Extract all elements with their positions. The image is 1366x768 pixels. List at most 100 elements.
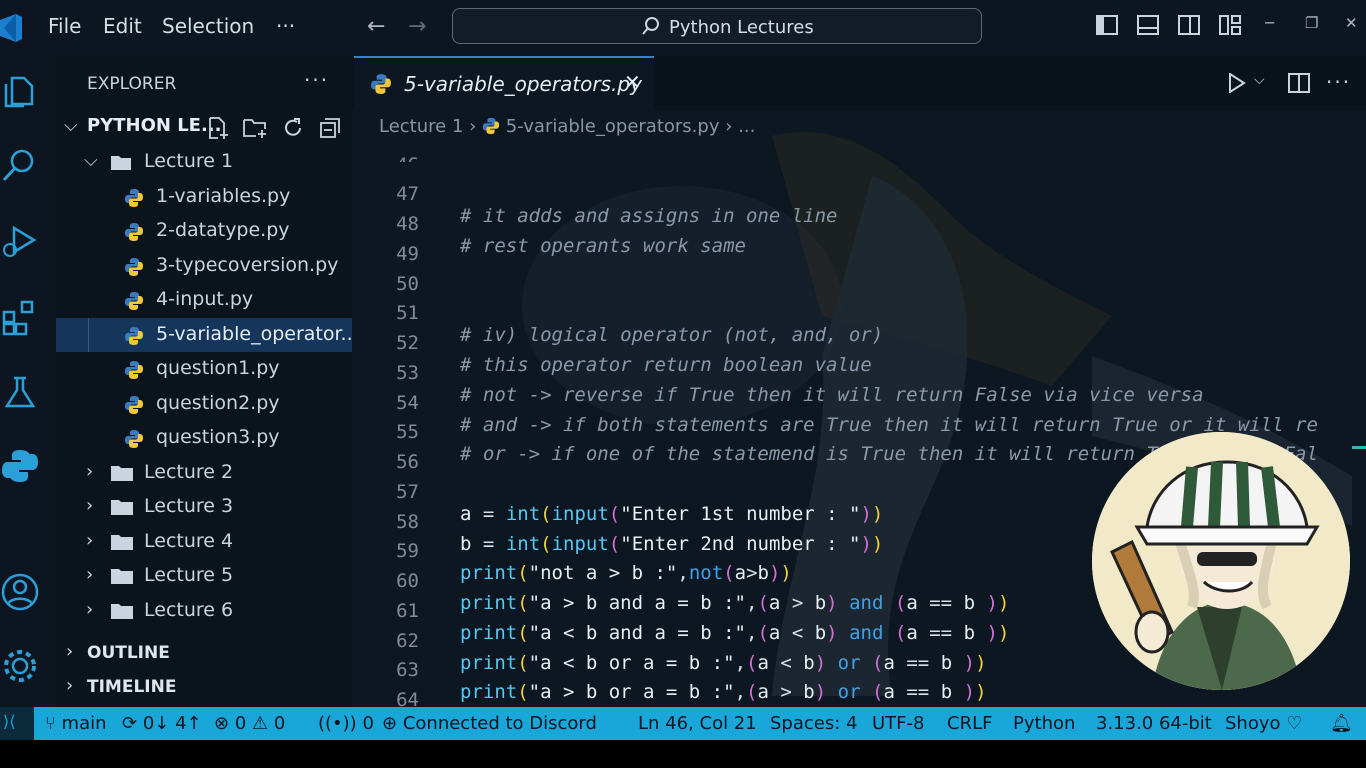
error-count: 0 bbox=[234, 713, 247, 734]
cursor-position[interactable]: Ln 46, Col 21 bbox=[638, 713, 757, 734]
file-item[interactable]: 4-input.py bbox=[56, 283, 352, 317]
minimize-icon[interactable]: ─ bbox=[1265, 14, 1274, 32]
refresh-icon[interactable] bbox=[281, 116, 305, 140]
sync-status[interactable]: ⟳ 0↓ 4↑ bbox=[122, 713, 202, 734]
remote-indicator[interactable]: ⟩⟨ bbox=[0, 707, 34, 740]
menu-selection[interactable]: Selection bbox=[162, 14, 254, 38]
toggle-primary-sidebar-icon[interactable] bbox=[1096, 14, 1118, 36]
file-item[interactable]: 1-variables.py bbox=[56, 180, 352, 214]
file-item-selected[interactable]: 5-variable_operator... bbox=[56, 318, 359, 352]
code-line[interactable]: 55 # or -> if one of the statemend is Tr… bbox=[352, 399, 1366, 465]
command-center-search[interactable]: Python Lectures bbox=[452, 8, 982, 44]
python-file-icon bbox=[125, 327, 143, 345]
explorer-more-actions[interactable]: ··· bbox=[304, 68, 329, 92]
folder-lecture-5[interactable]: › Lecture 5 bbox=[56, 559, 352, 593]
file-label: question3.py bbox=[156, 426, 280, 448]
new-folder-icon[interactable] bbox=[242, 116, 268, 140]
close-window-icon[interactable]: ✕ bbox=[1345, 14, 1358, 32]
branch-status[interactable]: ⑂ main bbox=[45, 713, 107, 734]
tab-5-variable-operators[interactable]: 5-variable_operators.py ✕ bbox=[354, 56, 654, 112]
python-file-icon bbox=[125, 430, 143, 448]
chevron-right-icon: › bbox=[86, 461, 94, 482]
run-python-file-icon[interactable] bbox=[1228, 73, 1246, 93]
file-item[interactable]: 3-typecoversion.py bbox=[56, 249, 352, 283]
file-item[interactable]: question2.py bbox=[56, 387, 352, 421]
editor-more-actions-icon[interactable]: ··· bbox=[1326, 70, 1351, 94]
theme-status[interactable]: Shoyo ♡ bbox=[1225, 713, 1302, 734]
code-line[interactable]: 53 # not -> reverse if True then it will… bbox=[352, 340, 1366, 406]
breadcrumb-rest[interactable]: ... bbox=[738, 116, 755, 137]
extensions-icon[interactable] bbox=[0, 296, 40, 336]
file-item[interactable]: question1.py bbox=[56, 352, 352, 386]
folder-lecture-3[interactable]: › Lecture 3 bbox=[56, 490, 352, 524]
breadcrumb: Lecture 1 › 5-variable_operators.py › ..… bbox=[379, 116, 755, 137]
restore-icon[interactable]: ❐ bbox=[1305, 14, 1318, 32]
discord-status[interactable]: ⊕ Connected to Discord bbox=[382, 713, 597, 734]
menu-edit[interactable]: Edit bbox=[103, 14, 142, 38]
code-line[interactable]: 49 bbox=[352, 221, 1366, 265]
notifications-bell-icon[interactable]: 🔔︎ bbox=[1330, 713, 1353, 734]
toggle-panel-icon[interactable] bbox=[1137, 14, 1159, 36]
webcam-avatar bbox=[1092, 432, 1350, 690]
customize-layout-icon[interactable] bbox=[1219, 14, 1241, 36]
folder-lecture-1[interactable]: ⌵ Lecture 1 bbox=[56, 145, 352, 179]
run-dropdown-chevron-icon[interactable]: ⌵ bbox=[1254, 72, 1265, 88]
code-line[interactable]: 50 bbox=[352, 251, 1366, 295]
timeline-section[interactable]: › TIMELINE bbox=[56, 670, 352, 704]
split-editor-icon[interactable] bbox=[1288, 72, 1310, 94]
back-arrow-icon[interactable]: ← bbox=[367, 14, 385, 39]
code-line[interactable]: 51 # iv) logical operator (not, and, or) bbox=[352, 280, 1366, 346]
search-view-icon[interactable] bbox=[0, 146, 40, 186]
breadcrumb-file[interactable]: 5-variable_operators.py bbox=[506, 116, 720, 137]
close-tab-icon[interactable]: ✕ bbox=[624, 70, 641, 94]
testing-flask-icon[interactable] bbox=[0, 372, 40, 412]
folder-open-icon bbox=[111, 156, 131, 170]
status-bar: ⟩⟨ ⑂ main ⟳ 0↓ 4↑ ⊗ 0 ⚠ 0 ((•)) 0 ⊕ Conn… bbox=[0, 707, 1366, 740]
new-file-icon[interactable] bbox=[206, 116, 230, 140]
file-label: 3-typecoversion.py bbox=[156, 254, 339, 276]
run-debug-icon[interactable] bbox=[0, 220, 40, 260]
error-icon: ⊗ bbox=[214, 713, 230, 734]
code-line[interactable]: 47 # it adds and assigns in one line bbox=[352, 161, 1366, 227]
chevron-down-icon: ⌵ bbox=[84, 150, 98, 171]
toggle-secondary-sidebar-icon[interactable] bbox=[1178, 14, 1200, 36]
code-line[interactable]: 52 # this operator return boolean value bbox=[352, 310, 1366, 376]
account-icon[interactable] bbox=[0, 572, 40, 612]
menu-more[interactable]: ··· bbox=[276, 14, 295, 38]
indent-guide bbox=[88, 318, 89, 352]
workspace-header[interactable]: ⌵ PYTHON LE... bbox=[56, 110, 352, 144]
folder-icon bbox=[111, 604, 133, 619]
file-item[interactable]: 2-datatype.py bbox=[56, 214, 352, 248]
chevron-right-icon: › bbox=[66, 675, 74, 696]
folder-lecture-2[interactable]: › Lecture 2 bbox=[56, 456, 352, 490]
problems-status[interactable]: ⊗ 0 ⚠ 0 bbox=[214, 713, 285, 734]
end-of-line[interactable]: CRLF bbox=[947, 713, 992, 734]
outline-section[interactable]: › OUTLINE bbox=[56, 636, 352, 670]
black-bar bbox=[0, 740, 1366, 768]
forward-arrow-icon[interactable]: → bbox=[408, 14, 426, 39]
explorer-icon[interactable] bbox=[0, 72, 40, 112]
breadcrumb-folder[interactable]: Lecture 1 bbox=[379, 116, 463, 137]
indentation[interactable]: Spaces: 4 bbox=[770, 713, 857, 734]
chevron-right-icon: › bbox=[86, 495, 94, 516]
language-mode[interactable]: Python bbox=[1013, 713, 1075, 734]
settings-gear-icon[interactable] bbox=[0, 646, 40, 686]
folder-label: Lecture 3 bbox=[144, 495, 234, 517]
file-item[interactable]: question3.py bbox=[56, 421, 352, 455]
collapse-all-icon[interactable] bbox=[318, 116, 342, 140]
code-line[interactable]: 48 # rest operants work same bbox=[352, 191, 1366, 257]
menu-file[interactable]: File bbox=[48, 14, 81, 38]
sync-icon: ⟳ bbox=[122, 713, 138, 734]
timeline-title: TIMELINE bbox=[87, 677, 177, 697]
search-icon bbox=[642, 17, 659, 35]
ports-status[interactable]: ((•)) 0 bbox=[318, 713, 374, 734]
encoding[interactable]: UTF-8 bbox=[872, 713, 924, 734]
folder-icon bbox=[111, 466, 133, 481]
file-label: question2.py bbox=[156, 392, 280, 414]
code-line[interactable]: 54 # and -> if both statements are True … bbox=[352, 370, 1366, 436]
python-interpreter[interactable]: 3.13.0 64-bit bbox=[1096, 713, 1212, 734]
folder-lecture-6[interactable]: › Lecture 6 bbox=[56, 594, 352, 628]
folder-icon bbox=[111, 535, 133, 550]
folder-lecture-4[interactable]: › Lecture 4 bbox=[56, 525, 352, 559]
python-icon[interactable] bbox=[0, 446, 40, 486]
